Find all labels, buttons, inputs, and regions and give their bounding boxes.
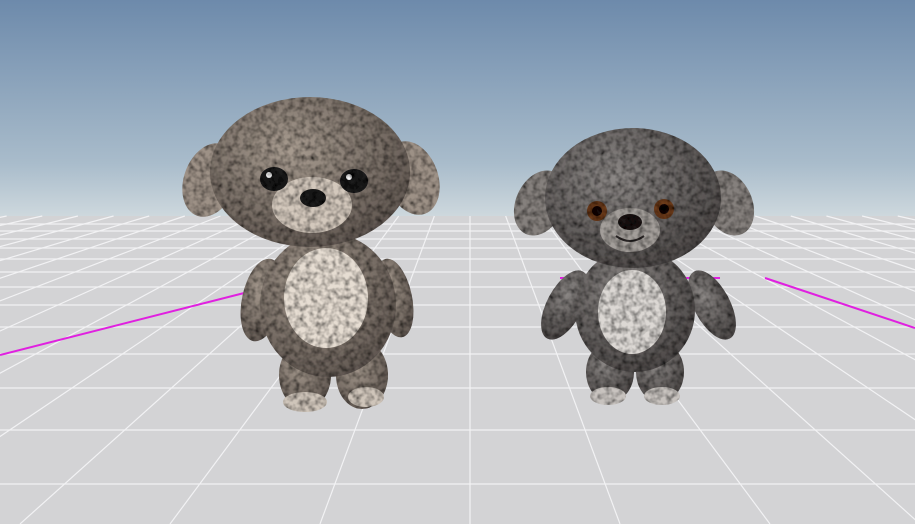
left-dog-foot-left (283, 392, 327, 412)
left-dog-foot-right (348, 387, 384, 407)
sky (0, 0, 915, 218)
floor-plane (0, 216, 915, 524)
left-dog-eye-left-highlight (266, 172, 272, 178)
left-dog-eye-right-highlight (346, 174, 352, 180)
right-dog-belly (598, 270, 666, 354)
left-dog-eye-left (260, 167, 288, 191)
right-dog-eye-left-pupil (592, 206, 602, 216)
right-dog-foot-right (644, 387, 680, 405)
right-dog-nose (618, 214, 642, 230)
right-dog-eye-right-pupil (659, 204, 669, 214)
left-dog-nose (300, 189, 326, 207)
left-dog-belly (284, 248, 368, 348)
right-dog-foot-left (590, 387, 626, 405)
left-dog-eye-right (340, 169, 368, 193)
3d-viewport[interactable] (0, 0, 915, 524)
